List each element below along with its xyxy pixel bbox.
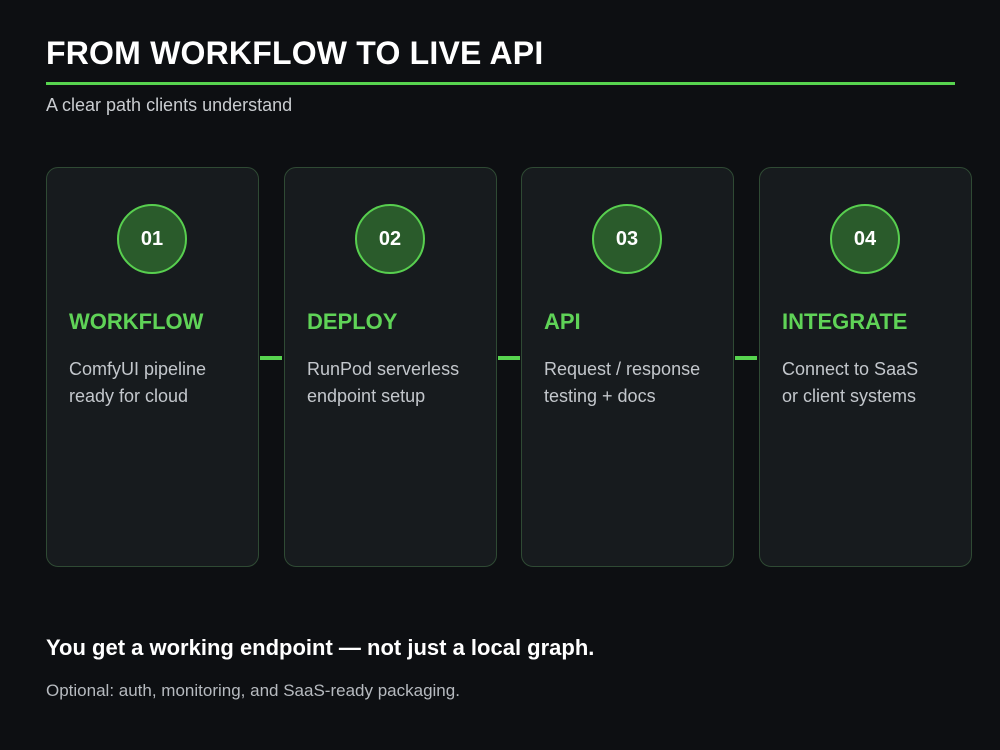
footer-headline: You get a working endpoint — not just a … — [46, 635, 595, 660]
page-subtitle: A clear path clients understand — [46, 95, 293, 115]
step-description-line: testing + docs — [544, 386, 656, 406]
step-title: DEPLOY — [307, 309, 398, 334]
step-description-line: ready for cloud — [69, 386, 189, 406]
step-connector — [498, 356, 520, 360]
step-card-workflow: 01 WORKFLOW ComfyUI pipeline ready for c… — [46, 167, 259, 567]
step-description-line: Request / response — [544, 359, 701, 379]
step-description-line: Connect to SaaS — [782, 359, 919, 379]
step-card-deploy: 02 DEPLOY RunPod serverless endpoint set… — [284, 167, 497, 567]
step-title: INTEGRATE — [782, 309, 908, 334]
step-description: Request / response testing + docs — [544, 356, 724, 410]
step-number-badge: 03 — [592, 204, 662, 274]
step-card-api: 03 API Request / response testing + docs — [521, 167, 734, 567]
step-connector — [260, 356, 282, 360]
step-description-line: ComfyUI pipeline — [69, 359, 207, 379]
step-title: API — [544, 309, 581, 334]
title-underline — [46, 82, 955, 85]
steps-flow: 01 WORKFLOW ComfyUI pipeline ready for c… — [46, 167, 972, 567]
step-title: WORKFLOW — [69, 309, 204, 334]
step-description: Connect to SaaS or client systems — [782, 356, 962, 410]
step-number-badge: 01 — [117, 204, 187, 274]
step-card-integrate: 04 INTEGRATE Connect to SaaS or client s… — [759, 167, 972, 567]
footer-note: Optional: auth, monitoring, and SaaS-rea… — [46, 681, 460, 700]
step-description-line: endpoint setup — [307, 386, 426, 406]
step-description: RunPod serverless endpoint setup — [307, 356, 487, 410]
step-number-badge: 04 — [830, 204, 900, 274]
step-connector — [735, 356, 757, 360]
step-description-line: RunPod serverless — [307, 359, 460, 379]
step-description-line: or client systems — [782, 386, 917, 406]
page-title: FROM WORKFLOW TO LIVE API — [46, 35, 544, 71]
step-number-badge: 02 — [355, 204, 425, 274]
step-description: ComfyUI pipeline ready for cloud — [69, 356, 249, 410]
